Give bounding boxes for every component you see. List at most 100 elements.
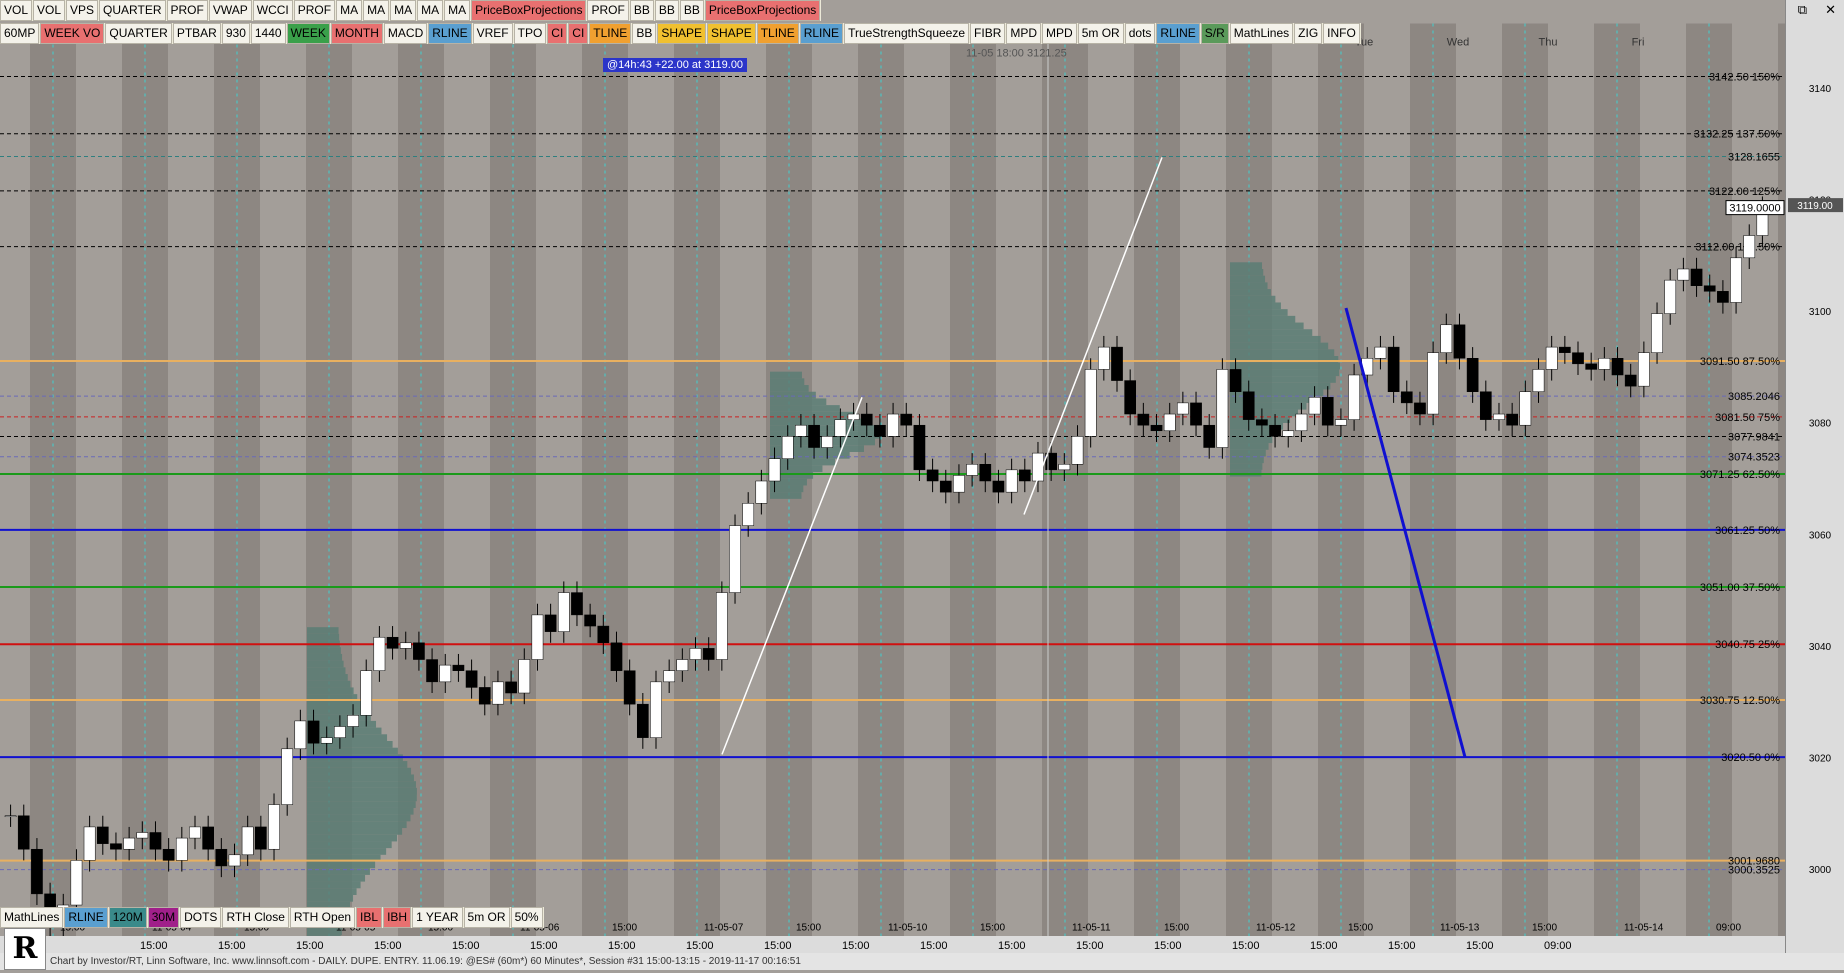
toolbar-button-dots[interactable]: DOTS <box>180 907 222 928</box>
toolbar-button-rline[interactable]: RLINE <box>1156 23 1200 44</box>
toolbar-button-zig[interactable]: ZIG <box>1294 23 1323 44</box>
toolbar-button-5m-or[interactable]: 5m OR <box>1077 23 1124 44</box>
toolbar-button-mpd[interactable]: MPD <box>1006 23 1042 44</box>
price-axis-tick: 3060 <box>1809 530 1832 541</box>
candle <box>1058 464 1071 471</box>
candle <box>1282 430 1295 437</box>
toolbar-button-rline[interactable]: RLINE <box>799 23 844 44</box>
toolbar-button-ibl[interactable]: IBL <box>356 907 383 928</box>
toolbar-button-ma[interactable]: MA <box>336 0 363 21</box>
toolbar-button-1-year[interactable]: 1 YEAR <box>412 907 463 928</box>
toolbar-button-ma[interactable]: MA <box>363 0 390 21</box>
price-axis-tick: 3040 <box>1809 642 1832 653</box>
time-label: 15:00 <box>980 923 1005 934</box>
toolbar-button-vwap[interactable]: VWAP <box>208 0 252 21</box>
price-axis-tick: 3080 <box>1809 419 1832 430</box>
toolbar-button-rth-open[interactable]: RTH Open <box>289 907 356 928</box>
toolbar-button-ma[interactable]: MA <box>390 0 417 21</box>
toolbar-button-week-vo[interactable]: WEEK VO <box>40 23 105 44</box>
candle <box>17 815 30 850</box>
volume-profile-bar <box>1230 342 1329 350</box>
toolbar-button-ci[interactable]: CI <box>568 23 589 44</box>
toolbar-button-60mp[interactable]: 60MP <box>0 23 40 44</box>
toolbar-button-fibr[interactable]: FIBR <box>970 23 1006 44</box>
indicator-toolbar-bottom: MathLines RLINE 120M 30M DOTS RTH Close RTH Op… <box>0 907 544 928</box>
volume-profile-bar <box>307 894 354 902</box>
candle <box>1177 402 1189 415</box>
price-chart[interactable]: 3142.50 150% 3132.25 137.50% 3128.1655 3122… <box>0 21 1785 941</box>
restore-icon[interactable]: ⧉ <box>1798 2 1807 18</box>
indicator-toolbar-second: 60MP WEEK VO QUARTER PTBAR 930 1440 WEEK MONTH M… <box>0 23 1361 44</box>
toolbar-button-rline[interactable]: RLINE <box>64 907 108 928</box>
toolbar-button-50-[interactable]: 50% <box>510 907 543 928</box>
toolbar-button-tpo[interactable]: TPO <box>513 23 547 44</box>
toolbar-button-vref[interactable]: VREF <box>472 23 513 44</box>
toolbar-button-ma[interactable]: MA <box>417 0 444 21</box>
toolbar-button-info[interactable]: INFO <box>1323 23 1360 44</box>
toolbar-button-ci[interactable]: CI <box>547 23 568 44</box>
candle <box>650 681 662 738</box>
candle <box>1321 397 1334 426</box>
toolbar-button-mpd[interactable]: MPD <box>1042 23 1077 44</box>
toolbar-button-1440[interactable]: 1440 <box>250 23 286 44</box>
toolbar-button-vol[interactable]: VOL <box>0 0 33 21</box>
candle <box>676 659 689 671</box>
toolbar-button-tline[interactable]: TLINE <box>756 23 799 44</box>
toolbar-button-vol[interactable]: VOL <box>33 0 66 21</box>
toolbar-button-prof[interactable]: PROF <box>166 0 208 21</box>
toolbar-button-prof[interactable]: PROF <box>293 0 336 21</box>
volume-profile-bar <box>307 801 416 808</box>
toolbar-button-priceboxprojections[interactable]: PriceBoxProjections <box>704 0 821 21</box>
toolbar-button-ma[interactable]: MA <box>444 0 471 21</box>
toolbar-button-macd[interactable]: MACD <box>383 23 428 44</box>
toolbar-button-prof[interactable]: PROF <box>587 0 629 21</box>
volume-profile-bar <box>1230 349 1335 357</box>
volume-profile-bar <box>307 881 361 889</box>
toolbar-button-120m[interactable]: 120M <box>108 907 147 928</box>
volume-profile-bar <box>307 747 398 755</box>
toolbar-button-bb[interactable]: BB <box>632 23 657 44</box>
volume-profile-bar <box>307 660 344 668</box>
toolbar-button-vps[interactable]: VPS <box>66 0 99 21</box>
toolbar-button-truestrengthsqueeze[interactable]: TrueStrengthSqueeze <box>844 23 970 44</box>
toolbar-button-shape[interactable]: SHAPE <box>707 23 756 44</box>
toolbar-button-priceboxprojections[interactable]: PriceBoxProjections <box>471 0 587 21</box>
toolbar-button-month[interactable]: MONTH <box>330 23 383 44</box>
toolbar-button-bb[interactable]: BB <box>654 0 679 21</box>
toolbar-button-wcci[interactable]: WCCI <box>252 0 293 21</box>
volume-profile-bar <box>307 667 346 675</box>
time-label: 11-05-07 <box>704 923 744 934</box>
close-icon[interactable]: ✕ <box>1825 2 1836 18</box>
candle <box>1414 402 1426 415</box>
toolbar-button-shape[interactable]: SHAPE <box>657 23 707 44</box>
toolbar-button-tline[interactable]: TLINE <box>589 23 632 44</box>
toolbar-button-dots[interactable]: dots <box>1124 23 1156 44</box>
price-level-label: 3132.25 137.50% <box>1694 129 1780 141</box>
toolbar-button-quarter[interactable]: QUARTER <box>105 23 172 44</box>
toolbar-button-mathlines[interactable]: MathLines <box>0 907 64 928</box>
toolbar-button-930[interactable]: 930 <box>221 23 250 44</box>
toolbar-button-week[interactable]: WEEK <box>286 23 330 44</box>
candle <box>1730 257 1742 303</box>
toolbar-button-30m[interactable]: 30M <box>147 907 180 928</box>
toolbar-button-bb[interactable]: BB <box>679 0 704 21</box>
candle <box>1651 313 1663 353</box>
candle <box>1611 358 1624 376</box>
live-price-banner: @14h:43 +22.00 at 3119.00 <box>603 58 748 72</box>
candle <box>913 424 926 471</box>
toolbar-button-s-r[interactable]: S/R <box>1200 23 1229 44</box>
toolbar-button-ptbar[interactable]: PTBAR <box>172 23 221 44</box>
candle <box>452 664 465 671</box>
candle <box>1545 346 1558 370</box>
toolbar-button-bb[interactable]: BB <box>629 0 654 21</box>
toolbar-button-rline[interactable]: RLINE <box>428 23 472 44</box>
day-label: Wed <box>1447 37 1469 49</box>
toolbar-button-quarter[interactable]: QUARTER <box>99 0 166 21</box>
toolbar-button-ibh[interactable]: IBH <box>383 907 412 928</box>
candle <box>465 670 478 688</box>
candle <box>492 681 504 705</box>
toolbar-button-rth-close[interactable]: RTH Close <box>222 907 289 928</box>
toolbar-button-5m-or[interactable]: 5m OR <box>463 907 510 928</box>
toolbar-button-mathlines[interactable]: MathLines <box>1229 23 1294 44</box>
volume-profile-bar <box>307 687 354 695</box>
